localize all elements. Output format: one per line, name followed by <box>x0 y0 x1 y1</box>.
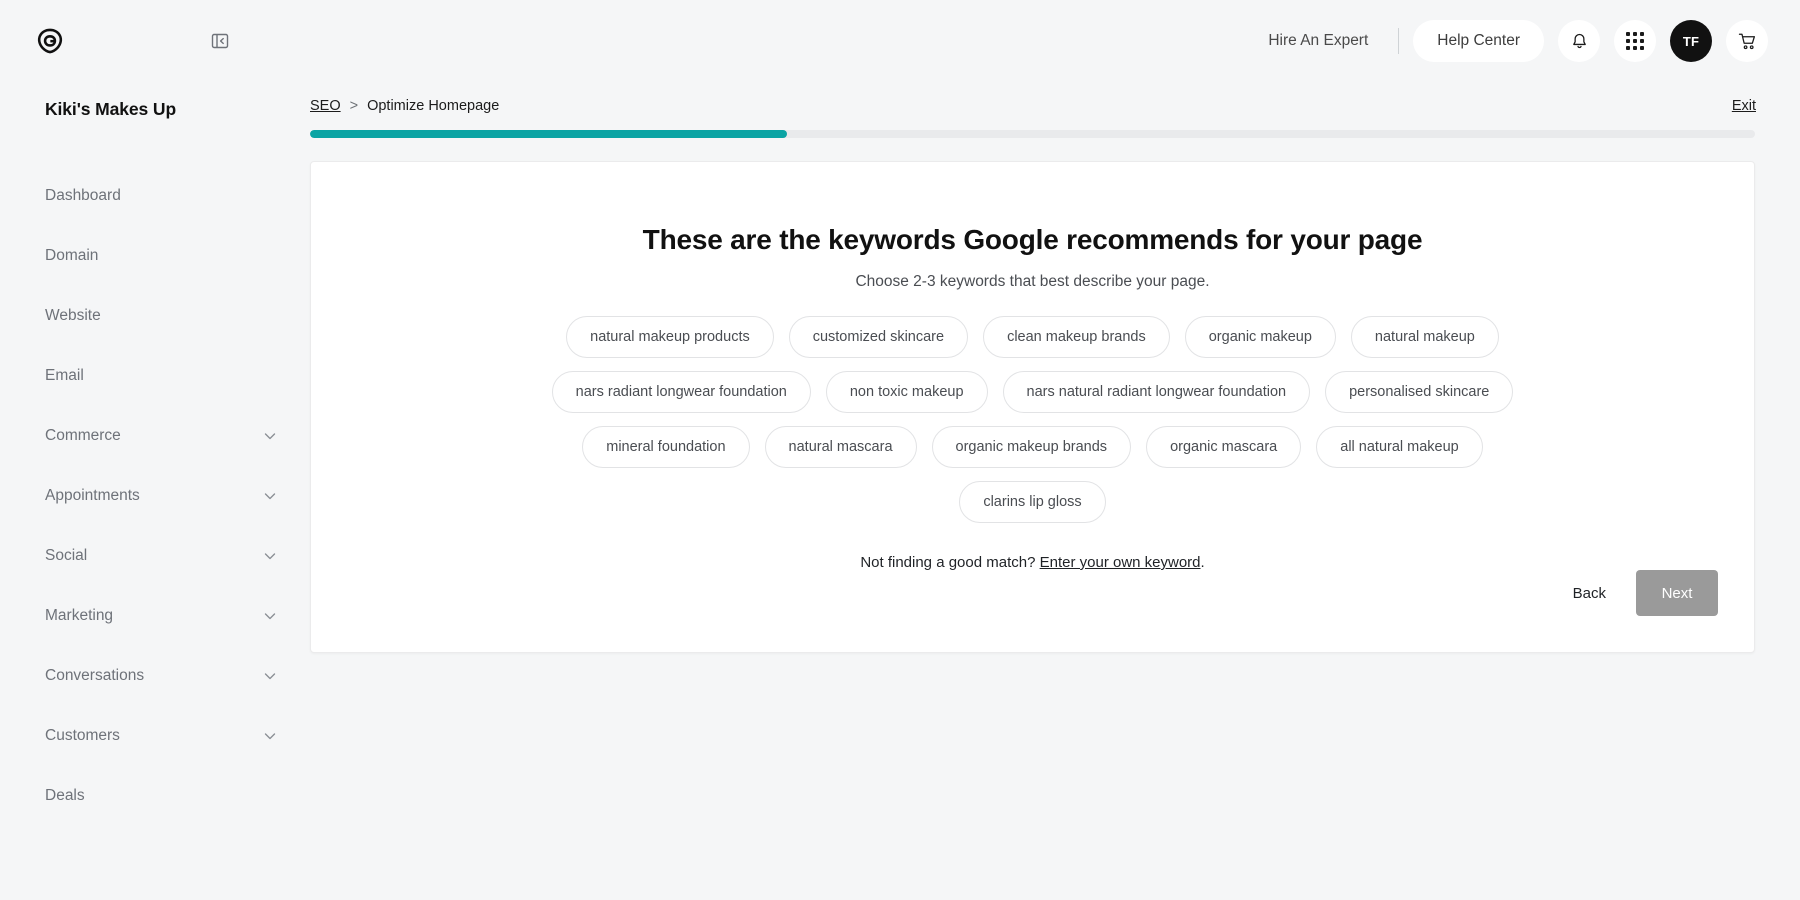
keyword-pill-row: nars radiant longwear foundation non toxi… <box>311 371 1754 413</box>
brand-logo[interactable] <box>0 0 100 82</box>
progress-bar <box>310 130 1755 138</box>
breadcrumb: SEO > Optimize Homepage <box>310 98 499 114</box>
panel-collapse-icon <box>210 31 230 51</box>
keyword-pill-row: mineral foundation natural mascara organic… <box>311 426 1754 468</box>
sidebar-item-social[interactable]: Social <box>0 526 310 586</box>
card-actions: Back Next <box>1553 570 1718 616</box>
breadcrumb-separator: > <box>350 98 358 114</box>
sidebar-item-domain[interactable]: Domain <box>0 226 310 286</box>
sidebar-item-deals[interactable]: Deals <box>0 766 310 826</box>
bell-icon <box>1570 32 1589 51</box>
keyword-pill[interactable]: customized skincare <box>789 316 968 358</box>
sidebar-item-conversations[interactable]: Conversations <box>0 646 310 706</box>
sidebar-item-label: Conversations <box>45 667 144 685</box>
top-bar-actions: Hire An Expert Help Center TF <box>1252 20 1800 62</box>
avatar-initials: TF <box>1683 34 1699 49</box>
breadcrumb-bar: SEO > Optimize Homepage Exit <box>310 82 1800 130</box>
chevron-down-icon <box>262 608 278 624</box>
notifications-button[interactable] <box>1558 20 1600 62</box>
chevron-down-icon <box>262 728 278 744</box>
sidebar-item-commerce[interactable]: Commerce <box>0 406 310 466</box>
help-center-button[interactable]: Help Center <box>1413 20 1544 62</box>
keyword-pill[interactable]: clean makeup brands <box>983 316 1170 358</box>
sidebar-item-label: Website <box>45 307 101 325</box>
keyword-pill[interactable]: natural makeup <box>1351 316 1499 358</box>
sidebar-item-label: Appointments <box>45 487 140 505</box>
top-bar-divider <box>1398 28 1399 54</box>
keyword-pill[interactable]: mineral foundation <box>582 426 749 468</box>
sidebar-item-dashboard[interactable]: Dashboard <box>0 166 310 226</box>
keyword-pill[interactable]: nars natural radiant longwear foundation <box>1003 371 1311 413</box>
page-subtitle: Choose 2-3 keywords that best describe y… <box>311 273 1754 291</box>
main-content: SEO > Optimize Homepage Exit These are t… <box>310 82 1800 900</box>
keyword-pill-row: natural makeup products customized skinca… <box>311 316 1754 358</box>
progress-bar-fill <box>310 130 787 138</box>
keyword-pill[interactable]: natural mascara <box>765 426 917 468</box>
cart-button[interactable] <box>1726 20 1768 62</box>
chevron-down-icon <box>262 668 278 684</box>
keyword-pill[interactable]: organic makeup brands <box>932 426 1132 468</box>
keyword-pill[interactable]: all natural makeup <box>1316 426 1483 468</box>
apps-menu-button[interactable] <box>1614 20 1656 62</box>
exit-link[interactable]: Exit <box>1732 98 1756 114</box>
sidebar-collapse-button[interactable] <box>205 26 235 56</box>
chevron-down-icon <box>262 488 278 504</box>
sidebar-item-website[interactable]: Website <box>0 286 310 346</box>
keyword-pill[interactable]: natural makeup products <box>566 316 774 358</box>
site-title: Kiki's Makes Up <box>0 99 310 120</box>
sidebar-item-customers[interactable]: Customers <box>0 706 310 766</box>
next-button[interactable]: Next <box>1636 570 1718 616</box>
avatar[interactable]: TF <box>1670 20 1712 62</box>
sidebar-nav: Dashboard Domain Website Email Commerce … <box>0 166 310 826</box>
sidebar-item-label: Customers <box>45 727 120 745</box>
top-bar: Hire An Expert Help Center TF <box>0 0 1800 82</box>
page-title: These are the keywords Google recommends… <box>311 224 1754 256</box>
enter-own-keyword-prompt: Not finding a good match? Enter your own… <box>311 554 1754 571</box>
grid-apps-icon <box>1626 32 1644 50</box>
sidebar-item-label: Domain <box>45 247 98 265</box>
sidebar-item-label: Email <box>45 367 84 385</box>
sidebar-item-label: Social <box>45 547 87 565</box>
back-button[interactable]: Back <box>1553 570 1626 616</box>
enter-own-keyword-link[interactable]: Enter your own keyword <box>1040 554 1201 571</box>
helper-prefix-text: Not finding a good match? <box>860 554 1039 571</box>
sidebar: Kiki's Makes Up Dashboard Domain Website… <box>0 82 310 900</box>
godaddy-heart-logo-icon <box>33 24 67 58</box>
hire-an-expert-link[interactable]: Hire An Expert <box>1252 32 1384 50</box>
breadcrumb-current: Optimize Homepage <box>367 98 499 114</box>
keyword-selection-card: These are the keywords Google recommends… <box>310 161 1755 653</box>
sidebar-item-label: Commerce <box>45 427 121 445</box>
sidebar-item-email[interactable]: Email <box>0 346 310 406</box>
keyword-pill[interactable]: non toxic makeup <box>826 371 988 413</box>
sidebar-item-label: Dashboard <box>45 187 121 205</box>
keyword-pill[interactable]: organic makeup <box>1185 316 1336 358</box>
keyword-pill[interactable]: personalised skincare <box>1325 371 1513 413</box>
sidebar-item-label: Marketing <box>45 607 113 625</box>
chevron-down-icon <box>262 548 278 564</box>
keyword-pill[interactable]: organic mascara <box>1146 426 1301 468</box>
helper-suffix-text: . <box>1201 554 1205 571</box>
keyword-pill[interactable]: clarins lip gloss <box>959 481 1105 523</box>
shopping-cart-icon <box>1737 31 1758 52</box>
sidebar-item-label: Deals <box>45 787 85 805</box>
keyword-pill-row: clarins lip gloss <box>311 481 1754 523</box>
keyword-pill-list: natural makeup products customized skinca… <box>311 316 1754 523</box>
breadcrumb-seo-link[interactable]: SEO <box>310 98 341 114</box>
sidebar-item-marketing[interactable]: Marketing <box>0 586 310 646</box>
chevron-down-icon <box>262 428 278 444</box>
keyword-pill[interactable]: nars radiant longwear foundation <box>552 371 811 413</box>
sidebar-item-appointments[interactable]: Appointments <box>0 466 310 526</box>
